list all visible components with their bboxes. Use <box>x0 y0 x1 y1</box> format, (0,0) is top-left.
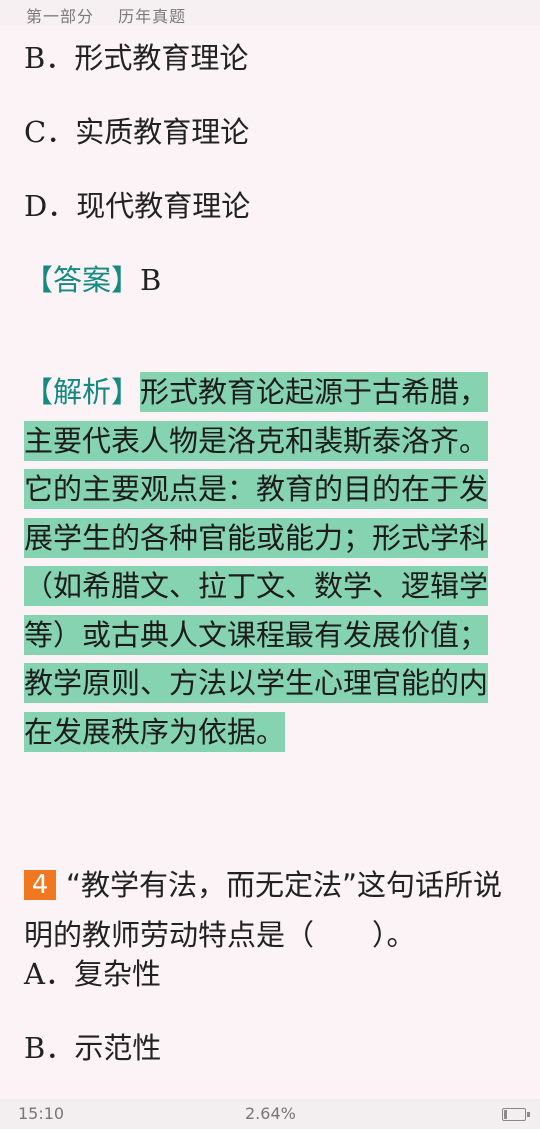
option-text: 复杂性 <box>73 957 161 991</box>
option-a: A．复杂性 <box>24 954 161 994</box>
option-d-prev: D．现代教育理论 <box>24 186 250 226</box>
answer-label: 【答案】 <box>24 263 141 297</box>
analysis-highlighted-text[interactable]: 形式教育论起源于古希腊，主要代表人物是洛克和裴斯泰洛齐。它的主要观点是：教育的目… <box>24 372 489 752</box>
battery-icon <box>502 1108 530 1121</box>
option-text: 实质教育理论 <box>75 115 250 149</box>
section-title: 第一部分 <box>26 7 95 26</box>
analysis-block[interactable]: 【解析】形式教育论起源于古希腊，主要代表人物是洛克和裴斯泰洛齐。它的主要观点是：… <box>24 368 494 756</box>
question-stem: “教学有法，而无定法”这句话所说明的教师劳动特点是（ ）。 <box>24 868 503 952</box>
option-text: 示范性 <box>74 1031 162 1065</box>
subsection-title: 历年真题 <box>118 7 187 26</box>
option-letter: B <box>24 41 46 75</box>
option-separator: ． <box>44 957 74 991</box>
breadcrumb: 第一部分 历年真题 <box>26 3 186 27</box>
option-b-prev: B．形式教育理论 <box>24 38 248 78</box>
option-separator: ． <box>45 41 75 75</box>
option-c-prev: C．实质教育理论 <box>24 112 249 152</box>
question-4: 4 “教学有法，而无定法”这句话所说明的教师劳动特点是（ ）。 <box>24 860 504 960</box>
option-text: 现代教育理论 <box>76 189 251 223</box>
reader-header: 第一部分 历年真题 <box>0 0 540 26</box>
option-letter: A <box>24 957 45 991</box>
clock: 15:10 <box>18 1104 65 1123</box>
question-number-badge: 4 <box>24 870 56 900</box>
reader-status-bar: 15:10 2.64% <box>0 1099 540 1129</box>
answer-line: 【答案】B <box>24 260 161 300</box>
option-text: 形式教育理论 <box>74 41 249 75</box>
option-letter: B <box>24 1031 46 1065</box>
option-letter: D <box>24 189 48 223</box>
battery-level <box>504 1110 507 1119</box>
option-separator: ． <box>47 189 77 223</box>
option-separator: ． <box>45 1031 75 1065</box>
option-b: B．示范性 <box>24 1028 161 1068</box>
answer-value: B <box>140 263 162 297</box>
analysis-label: 【解析】 <box>24 375 141 409</box>
option-separator: ． <box>46 115 76 149</box>
option-letter: C <box>24 115 47 149</box>
reading-progress: 2.64% <box>245 1104 296 1123</box>
